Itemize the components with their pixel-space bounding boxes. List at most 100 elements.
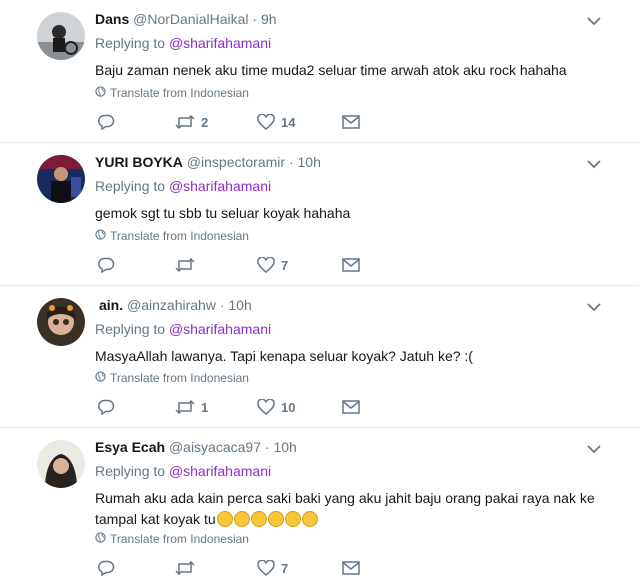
tweet-actions: 1 10 bbox=[97, 399, 360, 415]
tweet[interactable]: Esya Ecah @aisyacaca97 · 10h Replying to… bbox=[0, 428, 639, 587]
display-name[interactable]: YURI BOYKA bbox=[95, 154, 183, 170]
user-handle[interactable]: @inspectoramir bbox=[187, 154, 285, 170]
timestamp[interactable]: 10h bbox=[298, 154, 321, 170]
reply-icon bbox=[97, 399, 115, 415]
timestamp[interactable]: 9h bbox=[261, 11, 277, 27]
separator-dot: · bbox=[264, 439, 270, 455]
reply-icon bbox=[97, 114, 115, 130]
chevron-down-icon[interactable] bbox=[587, 13, 601, 31]
tweet[interactable]: ain. @ainzahirahw · 10h Replying to @sha… bbox=[0, 286, 639, 428]
tweet-header: Esya Ecah @aisyacaca97 · 10h bbox=[95, 439, 297, 455]
replying-label: Replying to bbox=[95, 463, 166, 479]
translate-label: Translate from Indonesian bbox=[110, 229, 249, 243]
disappointed-emoji bbox=[250, 511, 267, 527]
heart-icon bbox=[257, 560, 275, 576]
mention-link[interactable]: @sharifahamani bbox=[169, 463, 271, 479]
tweet-text: Rumah aku ada kain perca saki baki yang … bbox=[95, 488, 615, 530]
replying-label: Replying to bbox=[95, 178, 166, 194]
reply-icon bbox=[97, 560, 115, 576]
separator-dot: · bbox=[219, 297, 225, 313]
user-handle[interactable]: @ainzahirahw bbox=[127, 297, 216, 313]
reply-button[interactable] bbox=[97, 560, 175, 576]
like-count: 7 bbox=[281, 257, 289, 273]
sweat-smile-emoji bbox=[216, 511, 233, 527]
separator-dot: · bbox=[288, 154, 294, 170]
display-name[interactable]: Esya Ecah bbox=[95, 439, 165, 455]
user-handle[interactable]: @aisyacaca97 bbox=[169, 439, 261, 455]
timestamp[interactable]: 10h bbox=[228, 297, 251, 313]
mail-icon bbox=[342, 400, 360, 414]
retweet-button[interactable]: 1 bbox=[175, 399, 257, 415]
retweet-count: 2 bbox=[201, 114, 209, 130]
translate-label: Translate from Indonesian bbox=[110, 371, 249, 385]
tweet-text: MasyaAllah lawanya. Tapi kenapa seluar k… bbox=[95, 348, 473, 364]
tweet-header: YURI BOYKA @inspectoramir · 10h bbox=[95, 154, 321, 170]
translate-link[interactable]: Translate from Indonesian bbox=[95, 371, 249, 385]
like-button[interactable]: 7 bbox=[257, 560, 342, 576]
avatar[interactable] bbox=[37, 440, 85, 488]
retweet-icon bbox=[175, 560, 195, 576]
separator-dot: · bbox=[252, 11, 258, 27]
relieved-emoji bbox=[301, 511, 318, 527]
tweet-actions: 7 bbox=[97, 257, 360, 273]
retweet-icon bbox=[175, 114, 195, 130]
direct-message-button[interactable] bbox=[342, 561, 360, 575]
translate-link[interactable]: Translate from Indonesian bbox=[95, 229, 249, 243]
translate-link[interactable]: Translate from Indonesian bbox=[95, 86, 249, 100]
direct-message-button[interactable] bbox=[342, 400, 360, 414]
heart-icon bbox=[257, 399, 275, 415]
like-button[interactable]: 10 bbox=[257, 399, 342, 415]
tweet-text: Baju zaman nenek aku time muda2 seluar t… bbox=[95, 62, 567, 78]
mention-link[interactable]: @sharifahamani bbox=[169, 178, 271, 194]
mention-link[interactable]: @sharifahamani bbox=[169, 321, 271, 337]
avatar[interactable] bbox=[37, 155, 85, 203]
mail-icon bbox=[342, 258, 360, 272]
retweet-icon bbox=[175, 257, 195, 273]
display-name[interactable]: ain. bbox=[99, 297, 123, 313]
like-button[interactable]: 7 bbox=[257, 257, 342, 273]
tweet-header: Dans @NorDanialHaikal · 9h bbox=[95, 11, 277, 27]
reply-button[interactable] bbox=[97, 399, 175, 415]
tweet-header: ain. @ainzahirahw · 10h bbox=[99, 297, 252, 313]
reply-icon bbox=[97, 257, 115, 273]
like-count: 14 bbox=[281, 114, 296, 130]
chevron-down-icon[interactable] bbox=[587, 156, 601, 174]
tweet-text: gemok sgt tu sbb tu seluar koyak hahaha bbox=[95, 205, 351, 221]
reply-button[interactable] bbox=[97, 257, 175, 273]
retweet-icon bbox=[175, 399, 195, 415]
replying-to: Replying to @sharifahamani bbox=[95, 321, 271, 337]
globe-icon bbox=[95, 532, 106, 546]
globe-icon bbox=[95, 229, 106, 243]
display-name[interactable]: Dans bbox=[95, 11, 129, 27]
avatar[interactable] bbox=[37, 298, 85, 346]
like-button[interactable]: 14 bbox=[257, 114, 342, 130]
direct-message-button[interactable] bbox=[342, 258, 360, 272]
timestamp[interactable]: 10h bbox=[273, 439, 296, 455]
like-count: 7 bbox=[281, 560, 289, 576]
chevron-down-icon[interactable] bbox=[587, 441, 601, 459]
mention-link[interactable]: @sharifahamani bbox=[169, 35, 271, 51]
tweet[interactable]: Dans @NorDanialHaikal · 9h Replying to @… bbox=[0, 0, 639, 143]
grimace-emoji bbox=[233, 511, 250, 527]
retweet-button[interactable] bbox=[175, 560, 257, 576]
replying-to: Replying to @sharifahamani bbox=[95, 35, 271, 51]
retweet-button[interactable]: 2 bbox=[175, 114, 257, 130]
tweet-text-body: Rumah aku ada kain perca saki baki yang … bbox=[95, 490, 595, 527]
replying-to: Replying to @sharifahamani bbox=[95, 178, 271, 194]
like-count: 10 bbox=[281, 399, 296, 415]
translate-label: Translate from Indonesian bbox=[110, 532, 249, 546]
tweet-actions: 2 14 bbox=[97, 114, 360, 130]
direct-message-button[interactable] bbox=[342, 115, 360, 129]
tweet-actions: 7 bbox=[97, 560, 360, 576]
globe-icon bbox=[95, 371, 106, 385]
tweet[interactable]: YURI BOYKA @inspectoramir · 10h Replying… bbox=[0, 143, 639, 286]
globe-icon bbox=[95, 86, 106, 100]
mail-icon bbox=[342, 115, 360, 129]
chevron-down-icon[interactable] bbox=[587, 299, 601, 317]
translate-link[interactable]: Translate from Indonesian bbox=[95, 532, 249, 546]
replying-to: Replying to @sharifahamani bbox=[95, 463, 271, 479]
user-handle[interactable]: @NorDanialHaikal bbox=[133, 11, 248, 27]
avatar[interactable] bbox=[37, 12, 85, 60]
retweet-button[interactable] bbox=[175, 257, 257, 273]
reply-button[interactable] bbox=[97, 114, 175, 130]
